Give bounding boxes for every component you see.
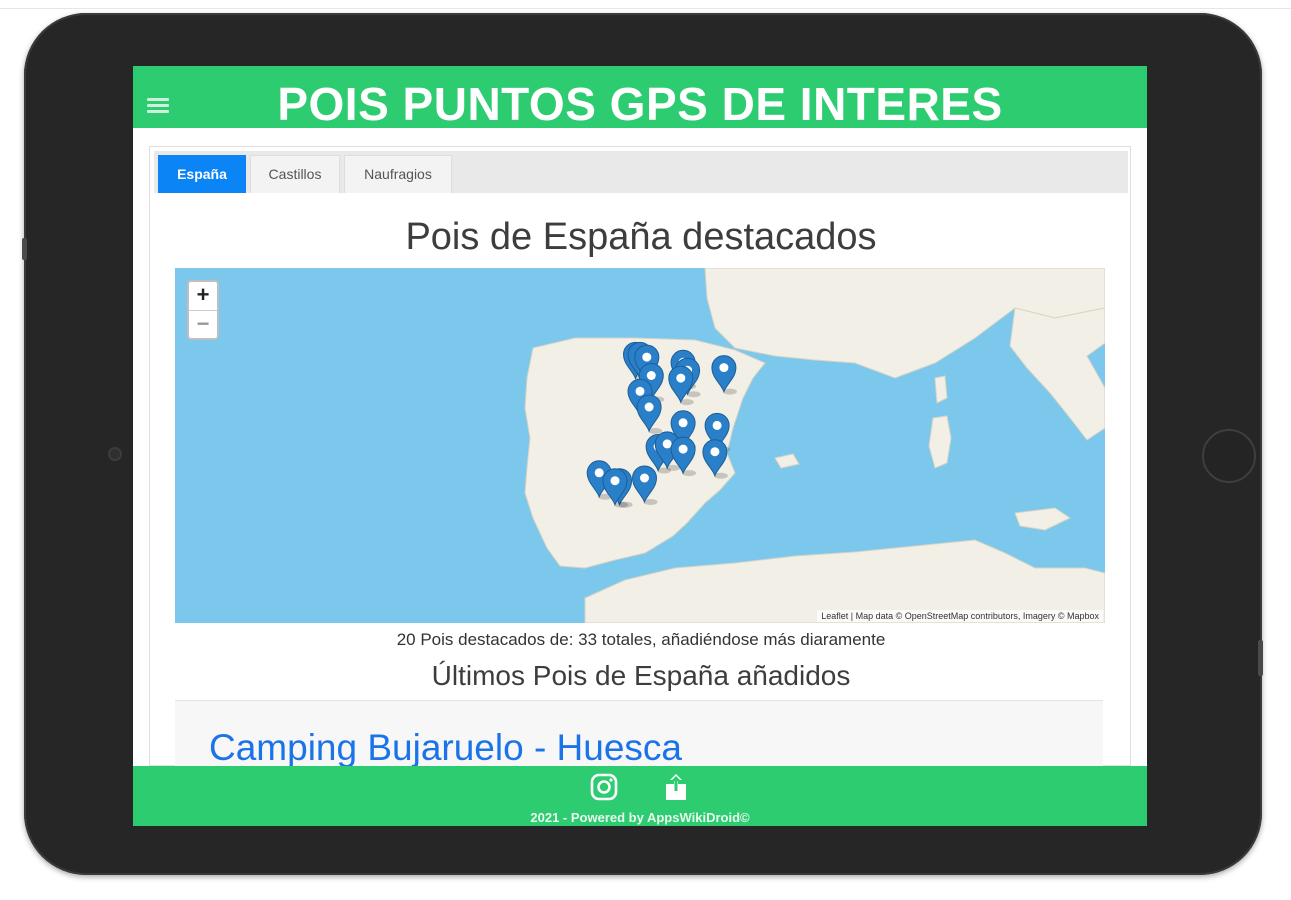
latest-poi-link[interactable]: Camping Bujaruelo - Huesca xyxy=(209,727,682,769)
app-screen: POIS PUNTOS GPS DE INTERES España Castil… xyxy=(133,66,1147,826)
footer-credit: 2021 - Powered by AppsWikiDroid© xyxy=(530,810,750,825)
content-panel: España Castillos Naufragios Pois de Espa… xyxy=(149,146,1131,820)
tab-castillos[interactable]: Castillos xyxy=(250,155,340,193)
corsica-island xyxy=(934,375,948,404)
tab-naufragios[interactable]: Naufragios xyxy=(344,155,452,193)
app-header: POIS PUNTOS GPS DE INTERES xyxy=(133,66,1147,130)
zoom-in-button[interactable]: + xyxy=(189,282,217,310)
tab-bar: España Castillos Naufragios xyxy=(154,151,1128,193)
map-attribution[interactable]: Leaflet | Map data © OpenStreetMap contr… xyxy=(817,610,1103,622)
camera-icon xyxy=(108,447,122,461)
section-title-latest: Últimos Pois de España añadidos xyxy=(431,660,851,691)
home-button xyxy=(1202,429,1256,483)
poi-count-text: 20 Pois destacados de: 33 totales, añadi… xyxy=(396,630,886,649)
sardinia-island xyxy=(928,415,952,469)
map-canvas[interactable] xyxy=(175,268,1105,623)
app-title: POIS PUNTOS GPS DE INTERES xyxy=(277,78,1003,130)
balearic-islands xyxy=(774,453,800,469)
poi-map[interactable]: + − Leaflet | Map data © OpenStreetMap c… xyxy=(175,268,1105,623)
side-button xyxy=(22,238,27,260)
zoom-out-button[interactable]: − xyxy=(189,310,217,338)
side-button xyxy=(1258,640,1263,676)
page-top-divider xyxy=(0,8,1291,9)
italy-landmass xyxy=(1009,307,1105,441)
app-footer: 2021 - Powered by AppsWikiDroid© xyxy=(133,766,1147,826)
instagram-icon[interactable] xyxy=(589,772,619,802)
sicily-island xyxy=(1014,507,1072,531)
tab-espana[interactable]: España xyxy=(158,155,246,193)
section-title-featured: Pois de España destacados xyxy=(405,216,877,258)
share-icon[interactable] xyxy=(661,772,691,802)
zoom-control: + − xyxy=(187,280,219,340)
